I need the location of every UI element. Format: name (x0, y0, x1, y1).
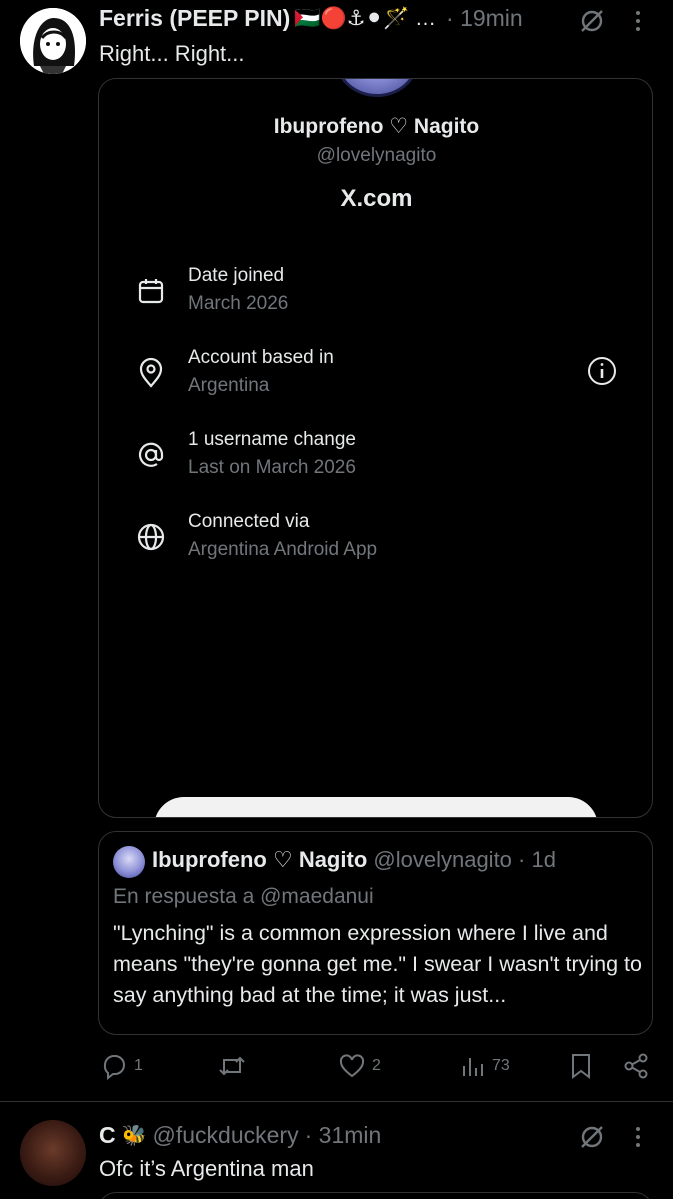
reply-button[interactable]: 1 (100, 1052, 143, 1080)
views-icon (463, 1058, 483, 1076)
info-row-date-joined: Date joined March 2026 (99, 265, 652, 325)
display-name[interactable]: C (99, 1122, 116, 1149)
bottom-sheet-edge (154, 797, 598, 817)
heart-icon (339, 1054, 365, 1078)
quoted-name: Ibuprofeno ♡ Nagito (152, 847, 368, 872)
info-title: Date joined (188, 265, 285, 286)
name-emojis: 🇵🇸🔴⚓⚫🪄 … (294, 7, 437, 30)
info-row-username-change: 1 username change Last on March 2026 (99, 429, 652, 489)
quoted-text: "Lynching" is a common expression where … (113, 921, 642, 1007)
share-button[interactable] (622, 1052, 650, 1080)
avatar[interactable] (20, 1120, 86, 1186)
profile-avatar (335, 79, 419, 97)
info-title: Account based in (188, 347, 334, 368)
repost-icon (219, 1056, 245, 1076)
more-options-icon[interactable] (628, 1122, 648, 1152)
quoted-header: Ibuprofeno ♡ Nagito @lovelynagito · 1d (152, 847, 556, 873)
info-circle-icon[interactable] (586, 355, 618, 387)
name-emoji: 🐝 (121, 1125, 147, 1147)
tweet-header: C 🐝 @fuckduckery · 31min (99, 1122, 381, 1149)
location-pin-icon (135, 357, 167, 389)
quoted-time: · 1d (518, 847, 556, 872)
info-row-account-based-in: Account based in Argentina (99, 347, 652, 407)
tweet-text: Ofc it’s Argentina man (99, 1156, 314, 1181)
attached-image-about-account[interactable]: Ibuprofeno ♡ Nagito @lovelynagito X.com … (98, 78, 653, 818)
info-value: Argentina (188, 375, 270, 396)
more-options-icon[interactable] (628, 6, 648, 36)
profile-handle: @lovelynagito (316, 145, 437, 166)
info-value: Last on March 2026 (188, 457, 356, 478)
profile-name: Ibuprofeno ♡ Nagito (273, 115, 480, 138)
views-button[interactable]: 73 (460, 1052, 510, 1080)
view-count: 73 (492, 1057, 510, 1074)
info-row-connected-via: Connected via Argentina Android App (99, 511, 652, 571)
calendar-icon (135, 275, 167, 307)
timestamp[interactable]: · 31min (305, 1122, 382, 1149)
grok-icon[interactable] (577, 1122, 607, 1152)
avatar-drawing-icon (20, 8, 86, 74)
like-button[interactable]: 2 (338, 1052, 381, 1080)
action-bar: 1 2 73 (98, 1052, 658, 1086)
handle[interactable]: @fuckduckery (153, 1122, 299, 1149)
tweet-header: Ferris (PEEP PIN) 🇵🇸🔴⚓⚫🪄 … · 19min (99, 5, 523, 32)
info-title: 1 username change (188, 429, 356, 450)
quoted-tweet[interactable]: Ibuprofeno ♡ Nagito @lovelynagito · 1d E… (98, 831, 653, 1035)
info-value: March 2026 (188, 293, 289, 314)
globe-icon (135, 521, 167, 553)
avatar[interactable] (20, 8, 86, 74)
site-label: X.com (340, 185, 413, 212)
share-icon (624, 1053, 648, 1079)
quoted-avatar (113, 846, 145, 878)
display-name[interactable]: Ferris (PEEP PIN) (99, 5, 290, 32)
like-count: 2 (372, 1057, 381, 1074)
repost-button[interactable] (216, 1052, 254, 1080)
timestamp[interactable]: · 19min (446, 5, 523, 32)
tweet-ferris[interactable]: Ferris (PEEP PIN) 🇵🇸🔴⚓⚫🪄 … · 19min Right… (0, 0, 673, 1100)
grok-icon[interactable] (577, 6, 607, 36)
attached-media-edge[interactable] (98, 1192, 653, 1199)
reply-to-label: En respuesta a @maedanui (113, 885, 374, 908)
reply-count: 1 (134, 1057, 143, 1074)
bookmark-button[interactable] (568, 1052, 594, 1080)
reply-icon (103, 1055, 125, 1080)
quoted-handle: @lovelynagito (373, 847, 512, 872)
at-sign-icon (135, 439, 167, 471)
info-value: Argentina Android App (188, 539, 378, 560)
tweet-text: Right... Right... (99, 41, 245, 66)
info-title: Connected via (188, 511, 310, 532)
tweet-c[interactable]: C 🐝 @fuckduckery · 31min Ofc it’s Argent… (0, 1102, 673, 1199)
bookmark-icon (572, 1054, 590, 1079)
